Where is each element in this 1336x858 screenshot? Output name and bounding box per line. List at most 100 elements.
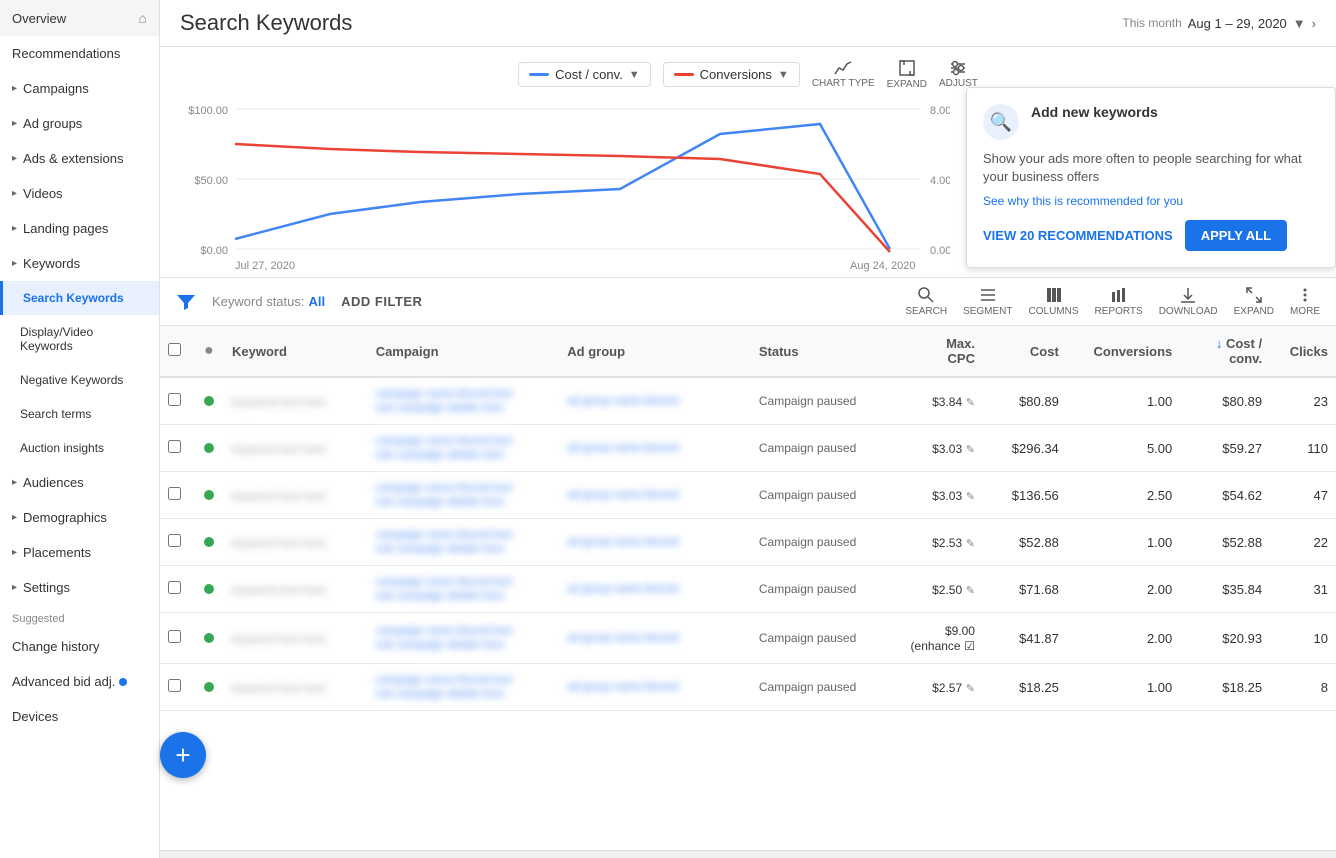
clicks-cell: 31 xyxy=(1270,566,1336,613)
sidebar-item-display-video-keywords[interactable]: Display/Video Keywords xyxy=(0,315,159,363)
sidebar-item-search-keywords[interactable]: Search Keywords xyxy=(0,281,159,315)
maxcpc-value: $3.84 xyxy=(932,395,962,409)
cost-cell: $71.68 xyxy=(983,566,1067,613)
segment-button[interactable]: SEGMENT xyxy=(963,286,1012,317)
cost-column-header[interactable]: Cost xyxy=(983,326,1067,377)
row-checkbox-cell[interactable] xyxy=(160,519,196,566)
edit-pencil-icon[interactable]: ✎ xyxy=(966,585,975,597)
sidebar-item-label: Change history xyxy=(12,639,99,654)
enhanced-checkbox[interactable]: ☑ xyxy=(964,639,975,653)
row-checkbox[interactable] xyxy=(168,630,181,643)
keyword-column-header[interactable]: Keyword xyxy=(224,326,368,377)
adjust-button[interactable]: ADJUST xyxy=(939,60,978,89)
costconv-cell: $59.27 xyxy=(1180,425,1270,472)
columns-button[interactable]: COLUMNS xyxy=(1029,286,1079,317)
sidebar-item-change-history[interactable]: Change history xyxy=(0,629,159,664)
sidebar-item-negative-keywords[interactable]: Negative Keywords xyxy=(0,363,159,397)
horizontal-scrollbar[interactable] xyxy=(160,850,1336,858)
select-all-header[interactable] xyxy=(160,326,196,377)
sidebar-item-settings[interactable]: ▸ Settings xyxy=(0,570,159,605)
row-status-dot-cell xyxy=(196,566,224,613)
clicks-column-header[interactable]: Clicks xyxy=(1270,326,1336,377)
conversions-header-label: Conversions xyxy=(1094,344,1173,359)
sidebar-item-demographics[interactable]: ▸ Demographics xyxy=(0,500,159,535)
sidebar-item-ad-groups[interactable]: ▸ Ad groups xyxy=(0,106,159,141)
search-button[interactable]: SEARCH xyxy=(905,286,947,317)
filter-icon[interactable] xyxy=(176,292,196,312)
row-checkbox-cell[interactable] xyxy=(160,664,196,711)
keyword-status-value[interactable]: All xyxy=(309,294,326,309)
chart-type-button[interactable]: CHART TYPE xyxy=(812,60,875,89)
edit-pencil-icon[interactable]: ✎ xyxy=(966,397,975,409)
row-checkbox[interactable] xyxy=(168,581,181,594)
conversions-column-header[interactable]: Conversions xyxy=(1067,326,1180,377)
row-checkbox-cell[interactable] xyxy=(160,472,196,519)
costconv-column-header[interactable]: ↓ Cost /conv. xyxy=(1180,326,1270,377)
sidebar-item-videos[interactable]: ▸ Videos xyxy=(0,176,159,211)
sidebar-item-devices[interactable]: Devices xyxy=(0,699,159,734)
sidebar-item-placements[interactable]: ▸ Placements xyxy=(0,535,159,570)
edit-pencil-icon[interactable]: ✎ xyxy=(966,491,975,503)
campaign-sub-value: sub campaign details here xyxy=(376,639,552,651)
row-checkbox[interactable] xyxy=(168,393,181,406)
download-button[interactable]: DOWNLOAD xyxy=(1159,286,1218,317)
filter-bar: Keyword status: All ADD FILTER SEARCH SE… xyxy=(160,278,1336,326)
cost-conv-dropdown-icon[interactable]: ▼ xyxy=(629,69,640,81)
row-checkbox-cell[interactable] xyxy=(160,566,196,613)
select-all-checkbox[interactable] xyxy=(168,343,181,356)
sidebar-item-auction-insights[interactable]: Auction insights xyxy=(0,431,159,465)
edit-pencil-icon[interactable]: ✎ xyxy=(966,538,975,550)
sidebar-item-landing-pages[interactable]: ▸ Landing pages xyxy=(0,211,159,246)
sidebar-item-ads-extensions[interactable]: ▸ Ads & extensions xyxy=(0,141,159,176)
campaign-column-header[interactable]: Campaign xyxy=(368,326,560,377)
sidebar-item-recommendations[interactable]: Recommendations xyxy=(0,36,159,71)
row-checkbox-cell[interactable] xyxy=(160,377,196,425)
sidebar-item-search-terms[interactable]: Search terms xyxy=(0,397,159,431)
status-column-header[interactable]: Status xyxy=(751,326,887,377)
metric-conversions[interactable]: Conversions ▼ xyxy=(663,62,800,87)
view-recommendations-button[interactable]: VIEW 20 RECOMMENDATIONS xyxy=(983,228,1173,243)
conversions-dropdown-icon[interactable]: ▼ xyxy=(778,69,789,81)
clicks-value: 31 xyxy=(1314,582,1328,597)
maxcpc-column-header[interactable]: Max.CPC xyxy=(887,326,983,377)
maxcpc-value: $2.50 xyxy=(932,583,962,597)
costconv-value: $52.88 xyxy=(1222,535,1262,550)
add-fab-button[interactable]: + xyxy=(160,732,206,778)
keyword-status-label: Keyword status: xyxy=(212,294,305,309)
clicks-value: 47 xyxy=(1314,488,1328,503)
row-checkbox[interactable] xyxy=(168,534,181,547)
edit-pencil-icon[interactable]: ✎ xyxy=(966,683,975,695)
sidebar-item-keywords[interactable]: ▸ Keywords xyxy=(0,246,159,281)
sidebar-item-advanced-bid[interactable]: Advanced bid adj. xyxy=(0,664,159,699)
adgroup-value: ad group name blurred xyxy=(567,632,743,644)
edit-pencil-icon[interactable]: ✎ xyxy=(966,444,975,456)
campaign-cell: campaign name blurred text sub campaign … xyxy=(368,472,560,519)
date-dropdown-icon[interactable]: ▼ xyxy=(1293,16,1306,31)
row-checkbox[interactable] xyxy=(168,487,181,500)
row-checkbox[interactable] xyxy=(168,440,181,453)
row-checkbox-cell[interactable] xyxy=(160,425,196,472)
sidebar-item-overview[interactable]: Overview ⌂ xyxy=(0,0,159,36)
rec-see-why-link[interactable]: See why this is recommended for you xyxy=(983,194,1319,208)
row-checkbox-cell[interactable] xyxy=(160,613,196,664)
date-label: This month xyxy=(1122,16,1181,30)
more-button[interactable]: MORE xyxy=(1290,286,1320,317)
expand-table-button[interactable]: EXPAND xyxy=(1234,286,1274,317)
adgroup-value: ad group name blurred xyxy=(567,442,743,454)
cost-conv-line-indicator xyxy=(529,73,549,76)
row-checkbox[interactable] xyxy=(168,679,181,692)
cost-value: $18.25 xyxy=(1019,680,1059,695)
maxcpc-cell: $9.00(enhance ☑ xyxy=(887,613,983,664)
adgroup-column-header[interactable]: Ad group xyxy=(559,326,751,377)
expand-chart-button[interactable]: EXPAND xyxy=(887,59,927,90)
sidebar-item-campaigns[interactable]: ▸ Campaigns xyxy=(0,71,159,106)
metric-cost-conv[interactable]: Cost / conv. ▼ xyxy=(518,62,651,87)
sidebar-item-audiences[interactable]: ▸ Audiences xyxy=(0,465,159,500)
keyword-value: keyword text here xyxy=(232,681,327,695)
status-green-dot xyxy=(204,682,214,692)
apply-all-button[interactable]: APPLY ALL xyxy=(1185,220,1287,251)
date-collapse-icon[interactable]: › xyxy=(1312,16,1316,31)
reports-button[interactable]: REPORTS xyxy=(1095,286,1143,317)
plus-icon: + xyxy=(175,740,190,771)
add-filter-button[interactable]: ADD FILTER xyxy=(341,294,422,309)
